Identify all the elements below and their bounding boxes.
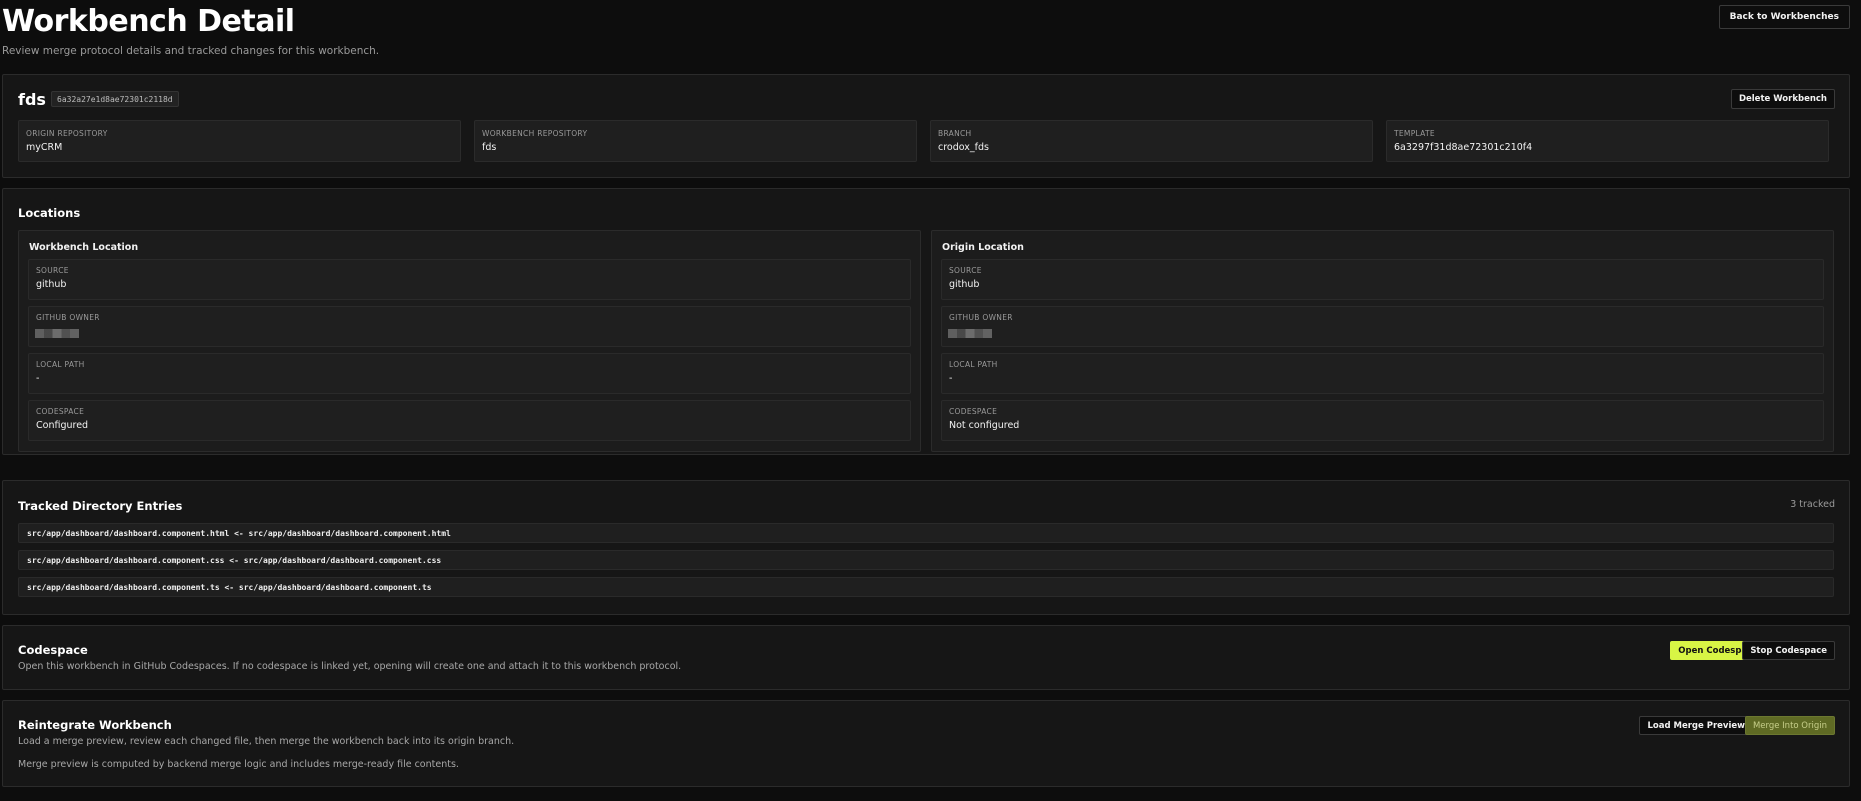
workbench-id-badge: 6a32a27e1d8ae72301c2118d: [51, 91, 179, 107]
merge-preview-note: Merge preview is computed by backend mer…: [18, 759, 459, 770]
origin-codespace-field: Codespace Not configured: [941, 400, 1824, 441]
workbench-local-path-field: Local Path -: [28, 353, 911, 394]
workbench-detail-page: Workbench Detail Review merge protocol d…: [2, 0, 1850, 787]
source-label: Source: [36, 266, 69, 275]
codespace-value: Not configured: [949, 420, 1020, 431]
page-header: Workbench Detail Review merge protocol d…: [2, 0, 1850, 62]
source-value: github: [36, 279, 67, 290]
delete-workbench-button[interactable]: Delete Workbench: [1730, 89, 1835, 109]
tracked-entries-title: Tracked Directory Entries: [18, 499, 183, 513]
workbench-source-field: Source github: [28, 259, 911, 300]
origin-github-owner-field: GitHub Owner: [941, 306, 1824, 347]
codespace-section: Codespace Open this workbench in GitHub …: [2, 625, 1850, 690]
source-label: Source: [949, 266, 982, 275]
codespace-label: Codespace: [949, 407, 998, 416]
source-value: github: [949, 279, 980, 290]
template-card: Template 6a3297f31d8ae72301c210f4: [1386, 120, 1829, 162]
origin-location-panel: Origin Location Source github GitHub Own…: [931, 230, 1834, 452]
local-path-value: -: [36, 373, 40, 384]
page-title: Workbench Detail: [2, 4, 295, 39]
origin-repository-label: Origin Repository: [26, 129, 108, 138]
workbench-codespace-field: Codespace Configured: [28, 400, 911, 441]
tracked-entry-row: src/app/dashboard/dashboard.component.ts…: [18, 577, 1834, 597]
local-path-label: Local Path: [949, 360, 998, 369]
reintegrate-description: Load a merge preview, review each change…: [18, 736, 515, 747]
template-value: 6a3297f31d8ae72301c210f4: [1394, 142, 1533, 153]
origin-repository-value: myCRM: [26, 142, 63, 153]
origin-location-title: Origin Location: [942, 242, 1024, 253]
locations-title: Locations: [18, 206, 81, 220]
redacted-owner-value: [35, 329, 79, 338]
local-path-label: Local Path: [36, 360, 85, 369]
codespace-label: Codespace: [36, 407, 85, 416]
workbench-github-owner-field: GitHub Owner: [28, 306, 911, 347]
origin-source-field: Source github: [941, 259, 1824, 300]
reintegrate-title: Reintegrate Workbench: [18, 718, 172, 732]
workbench-repository-value: fds: [482, 142, 497, 153]
origin-repository-card: Origin Repository myCRM: [18, 120, 461, 162]
workbench-location-panel: Workbench Location Source github GitHub …: [18, 230, 921, 452]
merge-into-origin-button[interactable]: Merge Into Origin: [1744, 716, 1835, 735]
codespace-value: Configured: [36, 420, 89, 431]
branch-value: crodox_fds: [938, 142, 989, 153]
branch-label: Branch: [938, 129, 972, 138]
workbench-repository-label: Workbench Repository: [482, 129, 588, 138]
tracked-entry-row: src/app/dashboard/dashboard.component.cs…: [18, 550, 1834, 570]
origin-local-path-field: Local Path -: [941, 353, 1824, 394]
github-owner-label: GitHub Owner: [36, 313, 100, 322]
locations-section: Locations Workbench Location Source gith…: [2, 188, 1850, 455]
stop-codespace-button[interactable]: Stop Codespace: [1742, 641, 1835, 660]
codespace-title: Codespace: [18, 643, 88, 657]
back-to-workbenches-button[interactable]: Back to Workbenches: [1718, 5, 1850, 29]
tracked-count: 3 tracked: [1790, 499, 1835, 510]
branch-card: Branch crodox_fds: [930, 120, 1373, 162]
workbench-name: fds: [18, 90, 46, 109]
reintegrate-section: Reintegrate Workbench Load a merge previ…: [2, 700, 1850, 787]
redacted-owner-value: [948, 329, 992, 338]
template-label: Template: [1394, 129, 1435, 138]
workbench-location-title: Workbench Location: [29, 242, 139, 253]
tracked-entry-row: src/app/dashboard/dashboard.component.ht…: [18, 523, 1834, 543]
load-merge-preview-button[interactable]: Load Merge Preview: [1639, 716, 1753, 735]
workbench-repository-card: Workbench Repository fds: [474, 120, 917, 162]
local-path-value: -: [949, 373, 953, 384]
codespace-description: Open this workbench in GitHub Codespaces…: [18, 661, 682, 672]
tracked-entries-section: Tracked Directory Entries 3 tracked src/…: [2, 480, 1850, 615]
github-owner-label: GitHub Owner: [949, 313, 1013, 322]
page-subtitle: Review merge protocol details and tracke…: [2, 45, 380, 57]
workbench-overview-section: fds 6a32a27e1d8ae72301c2118d Delete Work…: [2, 74, 1850, 178]
